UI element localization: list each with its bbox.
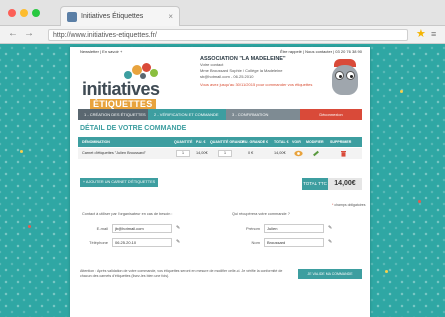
- column-header: QUANTITÉ: [174, 140, 193, 144]
- view-eye-icon[interactable]: [294, 150, 303, 157]
- step-creation[interactable]: 1 - CRÉATION DES ÉTIQUETTES: [78, 109, 148, 120]
- maximize-window-button[interactable]: [32, 9, 40, 17]
- tab-close-icon[interactable]: ×: [168, 7, 173, 27]
- add-booklet-button[interactable]: + AJOUTER UN CARNET D'ÉTIQUETTES: [80, 178, 158, 187]
- row-unit-price: 14,00€: [196, 151, 208, 155]
- step-verification[interactable]: 2 - VÉRIFICATION ET COMMANDE: [148, 109, 226, 120]
- phone-label: Téléphone: [89, 240, 108, 245]
- tab-title: Initiatives Étiquettes: [81, 13, 144, 20]
- back-arrow-icon[interactable]: ←: [8, 28, 18, 39]
- address-bar: ← → http://www.initiatives-etiquettes.fr…: [0, 26, 445, 44]
- firstname-row: Prénom Julien ✎: [232, 224, 360, 233]
- phone-row: Téléphone 06.25.20.10 ✎: [82, 238, 212, 247]
- quantity-grande-input[interactable]: 1: [218, 150, 232, 157]
- pickup-section-label: Qui récupérera votre commande ?: [232, 212, 290, 216]
- logo-text-etiquettes: ÉTIQUETTES: [90, 99, 156, 109]
- total-label: TOTAL TTC: [302, 178, 328, 190]
- column-header: DÉNOMINATION: [82, 140, 110, 144]
- row-name: Carnet d'étiquettes "Julien Broussard": [82, 151, 146, 155]
- edit-pencil-icon[interactable]: ✎: [328, 225, 332, 231]
- edit-pencil-icon[interactable]: ✎: [176, 239, 180, 245]
- delete-trash-icon[interactable]: [340, 150, 347, 157]
- lastname-field[interactable]: Broussard: [264, 238, 324, 247]
- column-header: QUANTITÉ GRANDE: [210, 140, 245, 144]
- validation-notice: Attention : Après validation de votre co…: [80, 269, 283, 278]
- pickup-section: Qui récupérera votre commande ? Prénom J…: [228, 210, 362, 256]
- sparkle-decoration: [28, 225, 31, 228]
- contact-section-label: Contact à utiliser par l'organisateur en…: [82, 212, 173, 216]
- logout-button[interactable]: Déconnexion: [300, 109, 362, 120]
- lastname-row: Nom Broussard ✎: [232, 238, 360, 247]
- contact-section: Contact à utiliser par l'organisateur en…: [78, 210, 218, 256]
- browser-menu-icon[interactable]: ≡: [431, 29, 436, 39]
- order-detail-title: DÉTAIL DE VOTRE COMMANDE: [80, 125, 187, 132]
- minimize-window-button[interactable]: [20, 9, 28, 17]
- email-label: E-mail: [96, 226, 108, 231]
- total-value: 14,00€: [328, 178, 362, 190]
- required-fields-note: * champs obligatoires: [332, 203, 366, 207]
- table-row: Carnet d'étiquettes "Julien Broussard" 1…: [78, 148, 362, 159]
- email-field[interactable]: jb@hotmail.com: [112, 224, 172, 233]
- required-note-text: champs obligatoires: [334, 203, 366, 207]
- forward-arrow-icon[interactable]: →: [24, 28, 34, 39]
- row-total: 14,00€: [274, 151, 286, 155]
- column-header: TOTAL €: [274, 140, 289, 144]
- email-row: E-mail jb@hotmail.com ✎: [82, 224, 212, 233]
- site-logo[interactable]: initiatives ÉTIQUETTES: [82, 61, 192, 111]
- column-header: P.U. €: [196, 140, 206, 144]
- edit-pencil-icon[interactable]: ✎: [176, 225, 180, 231]
- order-table-header: DÉNOMINATION QUANTITÉ P.U. € QUANTITÉ GR…: [78, 137, 362, 147]
- sparkle-decoration: [400, 90, 403, 93]
- owl-mascot-icon: [328, 59, 362, 99]
- column-header: P.U. GRANDE €: [242, 140, 269, 144]
- sparkle-decoration: [20, 150, 23, 153]
- url-input[interactable]: http://www.initiatives-etiquettes.fr/: [48, 29, 408, 41]
- validate-order-button[interactable]: JE VALIDE MA COMMANDE D'ÉTIQUETTES: [298, 269, 362, 286]
- browser-titlebar: Initiatives Étiquettes ×: [0, 0, 445, 26]
- column-header: SUPPRIMER: [330, 140, 352, 144]
- step-confirmation[interactable]: 3 - CONFIRMATION: [226, 109, 300, 120]
- phone-field[interactable]: 06.25.20.10: [112, 238, 172, 247]
- logo-text-initiatives: initiatives: [82, 79, 160, 99]
- favicon-icon: [67, 12, 77, 22]
- lastname-label: Nom: [251, 240, 260, 245]
- order-steps: 1 - CRÉATION DES ÉTIQUETTES 2 - VÉRIFICA…: [78, 109, 362, 120]
- row-unit-price-grande: 0 €: [248, 151, 254, 155]
- sparkle-decoration: [418, 200, 421, 203]
- browser-tab[interactable]: Initiatives Étiquettes ×: [60, 6, 180, 26]
- edit-pencil-icon[interactable]: ✎: [328, 239, 332, 245]
- firstname-label: Prénom: [245, 226, 260, 231]
- order-page: Newsletter | En savoir + Être rappelé | …: [70, 47, 370, 317]
- column-header: MODIFIER: [306, 140, 324, 144]
- firstname-field[interactable]: Julien: [264, 224, 324, 233]
- quantity-input[interactable]: 1: [176, 150, 190, 157]
- edit-pencil-icon[interactable]: [312, 150, 320, 157]
- column-header: VOIR: [292, 140, 301, 144]
- bookmark-star-icon[interactable]: ★: [416, 27, 426, 40]
- close-window-button[interactable]: [8, 9, 16, 17]
- newsletter-link[interactable]: Newsletter | En savoir +: [80, 47, 122, 57]
- sparkle-decoration: [385, 270, 388, 273]
